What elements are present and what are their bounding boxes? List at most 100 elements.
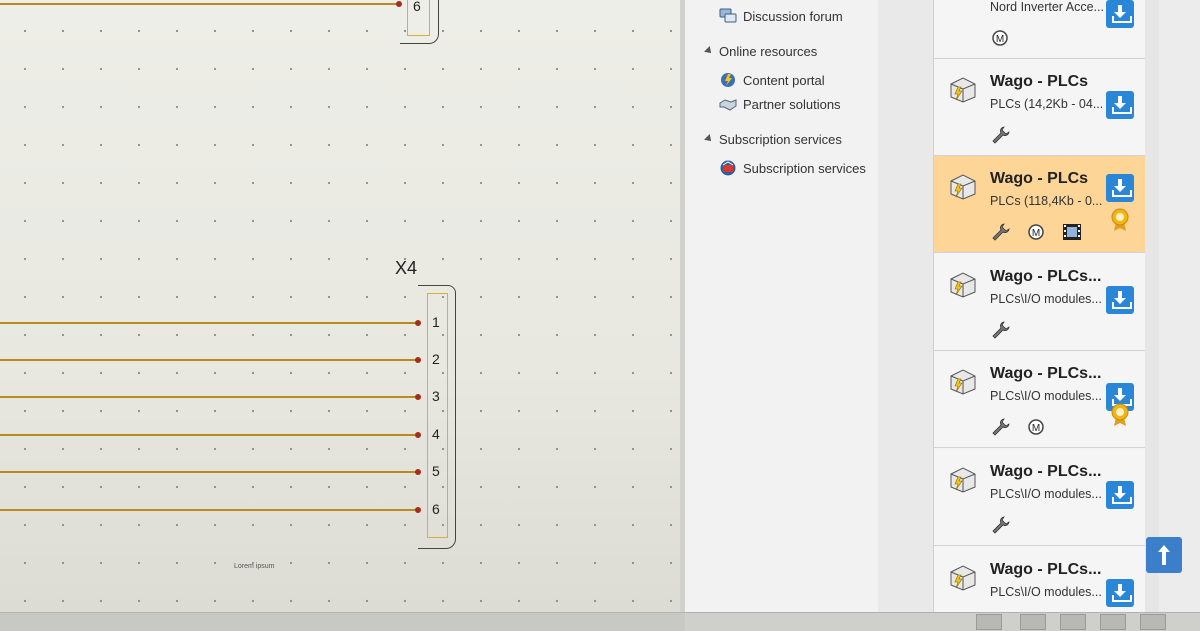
wire[interactable] [0,509,418,511]
handshake-icon [719,95,737,113]
award-icon [1110,208,1130,231]
film-icon [1062,222,1082,242]
pin-label: 3 [432,388,440,404]
download-button[interactable] [1106,481,1134,509]
wrench-icon [990,417,1010,437]
wire[interactable] [0,434,418,436]
connection-node [415,357,421,363]
macro-icon: M [1026,222,1046,242]
download-card[interactable]: Wago - PLCs... PLCs\I/O modules... M [934,351,1146,448]
view-icon[interactable] [1140,614,1166,630]
wire[interactable] [0,471,418,473]
layer-icon[interactable] [1100,614,1126,630]
scroll-to-top-button[interactable] [1146,537,1182,573]
card-title: Wago - PLCs... [990,365,1102,382]
card-subtitle: PLCs\I/O modules... [990,585,1102,599]
nav-item-label: Discussion forum [743,8,843,24]
wire[interactable] [0,359,418,361]
card-subtitle: PLCs (14,2Kb - 04... [990,97,1104,111]
download-button[interactable] [1106,579,1134,607]
svg-text:M: M [996,34,1004,45]
card-subtitle: Nord Inverter Acce... [990,0,1104,14]
download-button[interactable] [1106,0,1134,28]
pin-label: 6 [413,0,421,14]
wrench-icon [990,515,1010,535]
wire[interactable] [0,322,418,324]
nav-section-title: Online resources [719,43,818,59]
download-card[interactable]: Wago - PLCs... PLCs\I/O modules... [934,547,1146,612]
nav-item-label: Partner solutions [743,96,841,112]
card-subtitle: PLCs\I/O modules... [990,292,1102,306]
card-title: Wago - PLCs [990,73,1089,90]
arrow-up-icon [1158,545,1170,565]
nav-section-title: Subscription services [719,131,842,147]
nav-item-partner-solutions[interactable]: Partner solutions [719,94,841,114]
download-button[interactable] [1106,286,1134,314]
card-title: Wago - PLCs... [990,268,1102,285]
snap-icon[interactable] [1020,614,1046,630]
card-subtitle: PLCs\I/O modules... [990,389,1102,403]
nav-section-online-resources[interactable]: Online resources [704,41,818,61]
pin-label: 2 [432,351,440,367]
package-icon [948,270,978,298]
connection-node [415,320,421,326]
nav-item-subscription-services[interactable]: Subscription services [719,158,866,178]
collapse-triangle-icon[interactable] [704,46,714,56]
content-portal-icon [719,71,737,89]
connection-node [415,432,421,438]
card-subtitle: PLCs (118,4Kb - 0... [990,194,1103,208]
card-title: Wago - PLCs... [990,463,1102,480]
download-card[interactable]: Wago - PLCs... PLCs\I/O modules... [934,449,1146,546]
nav-item-content-portal[interactable]: Content portal [719,70,825,90]
package-icon [948,563,978,591]
connection-node [415,469,421,475]
package-icon [948,75,978,103]
pin-label: 1 [432,314,440,330]
ortho-icon[interactable] [1060,614,1086,630]
connection-node [415,507,421,513]
pin-label: 4 [432,426,440,442]
download-card[interactable]: Wago - PLCs... PLCs\I/O modules... [934,254,1146,351]
award-icon [1110,403,1130,426]
download-list[interactable]: Nord Inverter Acce... M Wago - PLCs PLCs … [933,0,1147,612]
package-icon [948,172,978,200]
download-card[interactable]: Wago - PLCs PLCs (118,4Kb - 0... M [934,156,1146,253]
nav-item-discussion-forum[interactable]: Discussion forum [719,6,843,26]
macro-icon: M [990,28,1010,48]
nav-item-label: Subscription services [743,160,866,176]
svg-text:M: M [1032,423,1040,434]
card-title: Wago - PLCs [990,170,1089,187]
wire[interactable] [0,396,418,398]
panel-gap [878,0,933,612]
nav-section-subscription-services[interactable]: Subscription services [704,129,842,149]
list-scrollbar[interactable] [1145,0,1159,612]
wrench-icon [990,222,1010,242]
package-icon [948,465,978,493]
download-button[interactable] [1106,174,1134,202]
wrench-icon [990,125,1010,145]
card-subtitle: PLCs\I/O modules... [990,487,1102,501]
wire[interactable] [0,3,398,5]
download-button[interactable] [1106,91,1134,119]
help-panel: Discussion forum Online resources Conten… [685,0,878,612]
grid-icon[interactable] [976,614,1002,630]
connection-node [415,394,421,400]
schematic-canvas[interactable]: 6 X4 1 2 3 4 5 6 Lorem ipsum [0,0,680,612]
nav-item-label: Content portal [743,72,825,88]
package-icon [948,367,978,395]
terminal-label: X4 [395,258,418,278]
pin-label: 5 [432,463,440,479]
macro-icon: M [1026,417,1046,437]
pin-label: 6 [432,501,440,517]
subscription-icon [719,159,737,177]
chat-icon [719,7,737,25]
wrench-icon [990,320,1010,340]
svg-text:M: M [1032,228,1040,239]
card-title: Wago - PLCs... [990,561,1102,578]
collapse-triangle-icon[interactable] [704,134,714,144]
download-card[interactable]: Wago - PLCs PLCs (14,2Kb - 04... [934,59,1146,156]
canvas-note: Lorem ipsum [234,563,275,570]
side-toolbar [1159,0,1200,612]
canvas-scrollbar[interactable] [0,612,685,631]
download-card[interactable]: Nord Inverter Acce... M [934,0,1146,59]
